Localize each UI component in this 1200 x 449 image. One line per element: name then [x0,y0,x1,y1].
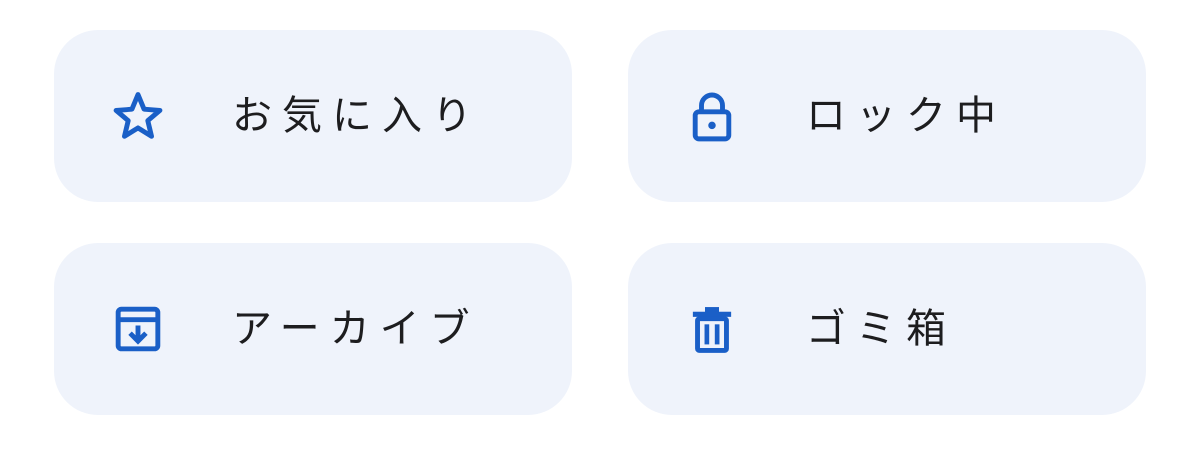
favorites-label: お気に入り [232,93,482,139]
archive-icon [110,301,166,357]
lock-icon [684,88,740,144]
trash-label: ゴミ箱 [806,306,956,352]
favorites-tile[interactable]: お気に入り [54,30,572,202]
quick-filter-grid: お気に入り ロック中 アーカイブ ゴミ箱 [0,0,1200,449]
star-icon [110,88,166,144]
locked-label: ロック中 [806,93,1006,139]
locked-tile[interactable]: ロック中 [628,30,1146,202]
trash-icon [684,301,740,357]
archive-label: アーカイブ [232,306,480,352]
trash-tile[interactable]: ゴミ箱 [628,243,1146,415]
archive-tile[interactable]: アーカイブ [54,243,572,415]
